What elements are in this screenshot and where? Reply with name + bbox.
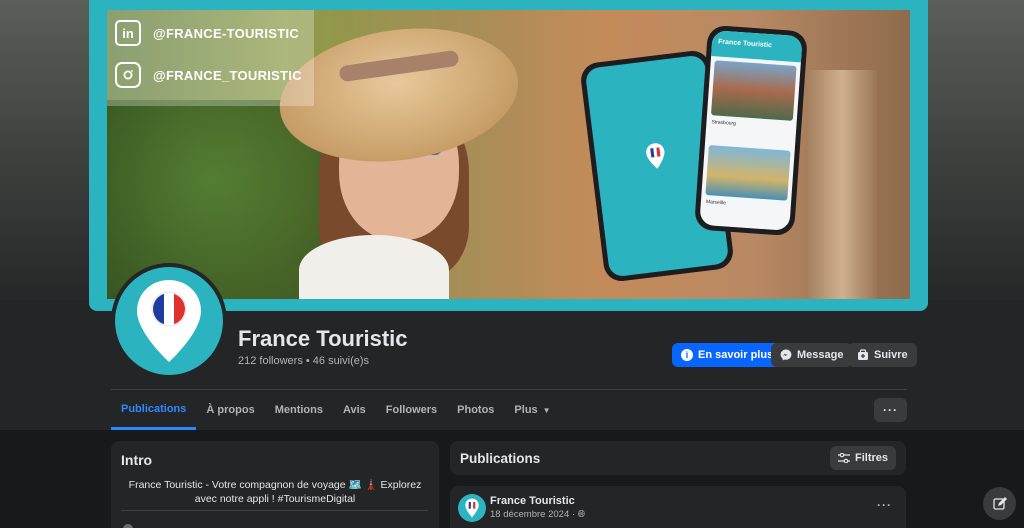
cover-phone-app: France Touristic Strasbourg Marseille: [693, 24, 809, 237]
tab-label: Publications: [121, 402, 187, 415]
messenger-icon: [780, 349, 792, 361]
instagram-icon: [115, 62, 141, 88]
tab-photos[interactable]: Photos: [447, 390, 504, 430]
app-card-label: Marseille: [705, 199, 727, 207]
linkedin-row[interactable]: in @FRANCE-TOURISTIC: [115, 20, 299, 46]
location-pin-icon: [465, 498, 479, 518]
followers-count[interactable]: 212 followers • 46 suivi(e)s: [238, 355, 369, 367]
chevron-down-icon: ▼: [542, 405, 551, 415]
intro-detail-icon: [123, 524, 133, 528]
follow-button[interactable]: Suivre: [848, 343, 917, 367]
app-image-marseille: [705, 145, 791, 201]
tab-label: Avis: [342, 404, 366, 416]
instagram-row[interactable]: @FRANCE_TOURISTIC: [115, 62, 302, 88]
intro-divider: [121, 510, 428, 511]
message-label: Message: [797, 349, 844, 361]
tab-label: À propos: [206, 404, 255, 416]
tab-avis[interactable]: Avis: [333, 390, 376, 430]
post-options-button[interactable]: ···: [877, 498, 892, 512]
intro-bio: France Touristic - Votre compagnon de vo…: [128, 479, 422, 505]
cover-photo[interactable]: France Touristic Strasbourg Marseille in…: [107, 10, 910, 299]
follow-icon: [858, 349, 868, 360]
follow-label: Suivre: [874, 349, 908, 361]
tab-label: Followers: [385, 404, 438, 416]
tab-plus[interactable]: Plus ▼: [504, 390, 560, 430]
filter-icon: [837, 453, 850, 463]
location-pin-icon: [646, 142, 665, 169]
linkedin-icon: in: [115, 20, 141, 46]
post-card: France Touristic 18 décembre 2024 · 🌐︎ ·…: [450, 486, 906, 528]
app-card-label: Strasbourg: [711, 119, 737, 127]
post-author-avatar[interactable]: [458, 494, 486, 522]
cover-woman-illustration: [271, 13, 539, 299]
compose-icon: [992, 496, 1007, 510]
post-date[interactable]: 18 décembre 2024 · 🌐︎: [490, 509, 585, 520]
app-header: France Touristic: [711, 30, 803, 63]
tab-mentions[interactable]: Mentions: [265, 390, 333, 430]
learn-more-label: En savoir plus: [698, 349, 774, 361]
post-date-text: 18 décembre 2024 ·: [490, 509, 576, 520]
tab-a-propos[interactable]: À propos: [196, 390, 264, 430]
publications-header-card: Publications Filtres: [450, 441, 906, 475]
intro-title: Intro: [121, 452, 153, 468]
profile-tabs: Publications À propos Mentions Avis Foll…: [111, 390, 561, 430]
compose-message-button[interactable]: [983, 487, 1016, 520]
post-author-name[interactable]: France Touristic: [490, 495, 575, 507]
globe-icon: 🌐︎: [577, 509, 586, 520]
tab-label: Photos: [457, 404, 495, 416]
info-icon: i: [681, 349, 693, 361]
tab-publications[interactable]: Publications: [111, 390, 197, 430]
linkedin-handle: @FRANCE-TOURISTIC: [153, 25, 300, 41]
intro-card: Intro France Touristic - Votre compagnon…: [111, 441, 439, 528]
cover-pillar: [807, 70, 877, 299]
filters-button[interactable]: Filtres: [829, 446, 896, 470]
instagram-handle: @FRANCE_TOURISTIC: [153, 67, 302, 83]
learn-more-button[interactable]: i En savoir plus: [672, 343, 783, 367]
cover-photo-frame[interactable]: France Touristic Strasbourg Marseille in…: [89, 0, 928, 311]
location-pin-icon: [137, 280, 201, 362]
shirt-shape: [299, 235, 449, 299]
more-options-button[interactable]: ···: [874, 398, 907, 422]
social-handles-box: in @FRANCE-TOURISTIC @FRANCE_TOURISTIC: [107, 10, 314, 106]
avatar: [115, 267, 223, 375]
publications-title: Publications: [460, 450, 541, 466]
ellipsis-icon: ···: [883, 403, 898, 417]
tab-followers[interactable]: Followers: [376, 390, 447, 430]
tab-label: Mentions: [274, 404, 323, 416]
filters-label: Filtres: [854, 452, 888, 464]
message-button[interactable]: Message: [771, 343, 853, 367]
page-title: France Touristic: [238, 326, 408, 351]
tab-label: Plus: [514, 404, 538, 416]
app-image-strasbourg: [710, 60, 797, 121]
profile-picture[interactable]: [111, 263, 227, 379]
